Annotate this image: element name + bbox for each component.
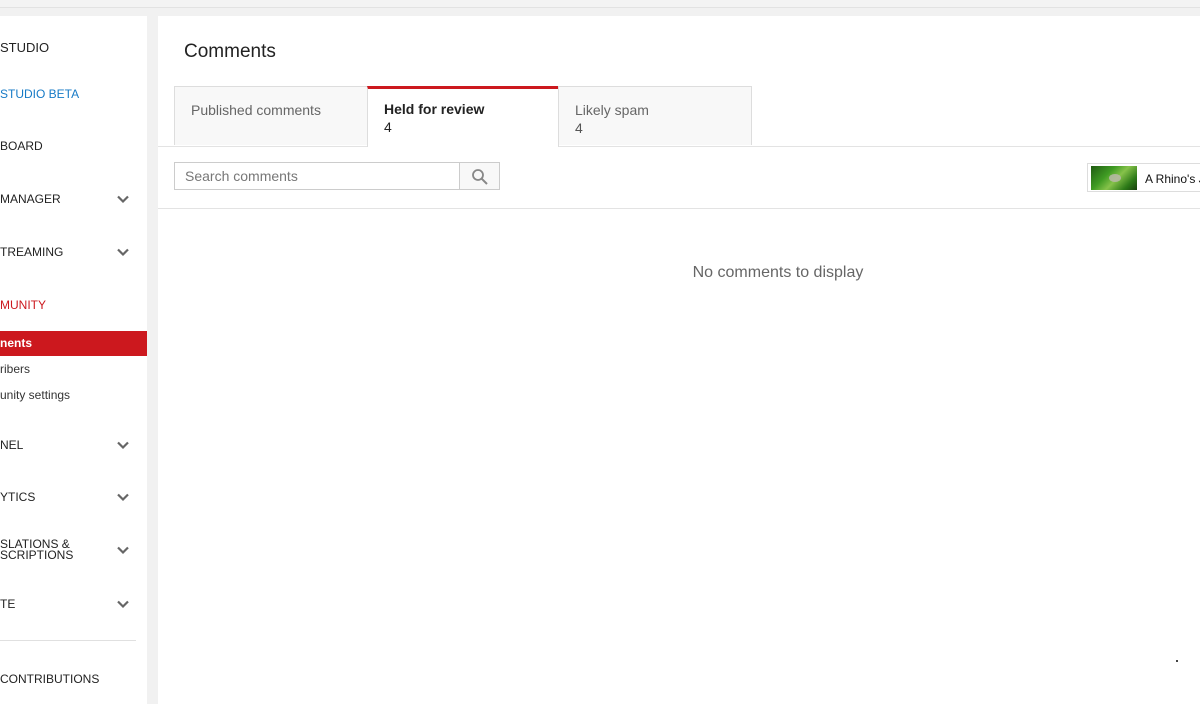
tab-label: Held for review — [384, 101, 485, 117]
search-box — [174, 162, 460, 190]
search-icon — [472, 169, 488, 185]
video-thumbnail — [1091, 166, 1137, 190]
tab-published-comments[interactable]: Published comments — [174, 86, 368, 145]
sidebar-divider — [0, 640, 136, 641]
filter-divider — [158, 208, 1200, 209]
chevron-down-icon — [116, 543, 130, 557]
chevron-down-icon — [116, 597, 130, 611]
video-title: A Rhino's J — [1145, 172, 1200, 186]
chevron-down-icon — [116, 245, 130, 259]
sidebar: STUDIO STUDIO BETA BOARD MANAGER TREAMIN… — [0, 16, 147, 704]
tab-held-for-review[interactable]: Held for review 4 — [367, 86, 559, 147]
comment-tabs: Published comments Held for review 4 Lik… — [158, 86, 1200, 147]
page-title: Comments — [184, 41, 276, 62]
search-button[interactable] — [460, 162, 500, 190]
tab-label: Published comments — [191, 102, 321, 118]
empty-state-message: No comments to display — [692, 264, 864, 281]
search-input[interactable] — [175, 163, 459, 189]
chevron-down-icon — [116, 192, 130, 206]
sidebar-subitem-comments[interactable]: nents — [0, 331, 147, 356]
browser-top-strip — [0, 0, 1200, 8]
sidebar-subitem-community-settings[interactable]: unity settings — [0, 388, 147, 402]
tab-likely-spam[interactable]: Likely spam 4 — [558, 86, 752, 145]
tab-label: Likely spam — [575, 102, 649, 118]
video-filter[interactable]: A Rhino's J — [1087, 163, 1200, 192]
chevron-down-icon — [116, 490, 130, 504]
tab-count: 4 — [575, 120, 583, 136]
stray-dot — [1176, 660, 1178, 662]
tab-count: 4 — [384, 119, 392, 135]
main-panel: Comments Published comments Held for rev… — [158, 16, 1200, 704]
chevron-down-icon — [116, 438, 130, 452]
sidebar-subitem-subscribers[interactable]: ribers — [0, 362, 147, 376]
